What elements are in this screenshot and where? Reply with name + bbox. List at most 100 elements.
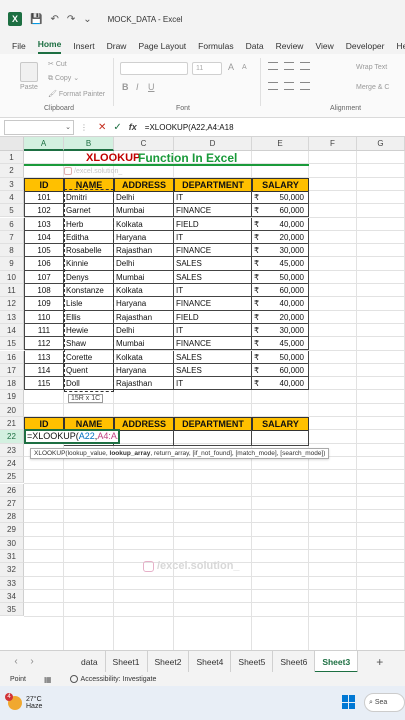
align-left-icon[interactable] <box>268 82 278 90</box>
font-name-box[interactable] <box>120 62 188 75</box>
customize-quick-access-icon[interactable]: ⌄ <box>83 14 91 25</box>
sheet-tab-sheet3[interactable]: Sheet3 <box>315 650 359 673</box>
table1-cell-department[interactable]: IT <box>174 377 252 391</box>
table1-cell-salary[interactable]: ₹30,000 <box>252 244 309 258</box>
table1-cell-address[interactable]: Kolkata <box>114 217 174 231</box>
table1-cell-id[interactable]: 112 <box>24 337 64 351</box>
table1-cell-id[interactable]: 111 <box>24 323 64 338</box>
row-header[interactable]: 13 <box>0 310 24 324</box>
table1-cell-id[interactable]: 102 <box>24 204 64 218</box>
next-sheet-icon[interactable]: › <box>24 656 40 667</box>
table1-cell-address[interactable]: Mumbai <box>114 204 174 218</box>
table1-cell-id[interactable]: 110 <box>24 310 64 324</box>
table1-cell-id[interactable]: 103 <box>24 217 64 231</box>
table1-header-salary[interactable]: SALARY <box>252 177 309 192</box>
table1-cell-salary[interactable]: ₹40,000 <box>252 217 309 231</box>
row-header[interactable]: 25 <box>0 470 24 484</box>
table2-cell-salary[interactable] <box>252 430 309 446</box>
table1-cell-address[interactable]: Mumbai <box>114 337 174 351</box>
table1-cell-salary[interactable]: ₹50,000 <box>252 190 309 205</box>
table2-header-department[interactable]: DEPARTMENT <box>174 417 252 432</box>
row-header[interactable]: 29 <box>0 523 24 537</box>
select-all-corner[interactable] <box>0 137 24 151</box>
row-header[interactable]: 3 <box>0 177 24 191</box>
taskbar-search[interactable]: ⌕ Sea <box>364 693 405 712</box>
tab-home[interactable]: Home <box>37 39 62 54</box>
merge-center-button[interactable]: Merge & C <box>356 84 389 91</box>
row-header[interactable]: 2 <box>0 164 24 178</box>
row-header[interactable]: 14 <box>0 323 24 338</box>
row-header[interactable]: 19 <box>0 390 24 404</box>
row-header[interactable]: 34 <box>0 589 24 604</box>
table1-header-department[interactable]: DEPARTMENT <box>174 177 252 192</box>
cut-button[interactable]: ✂ Cut <box>48 60 67 68</box>
row-header[interactable]: 23 <box>0 443 24 457</box>
column-header[interactable]: F <box>309 137 357 151</box>
table1-cell-salary[interactable]: ₹30,000 <box>252 323 309 338</box>
table1-cell-address[interactable]: Haryana <box>114 230 174 245</box>
table1-cell-address[interactable]: Delhi <box>114 323 174 338</box>
table1-cell-department[interactable]: FINANCE <box>174 337 252 351</box>
tab-file[interactable]: File <box>12 41 26 54</box>
formula-input[interactable]: =XLOOKUP(A22,A4:A18 <box>145 123 234 132</box>
italic-button[interactable]: I <box>136 82 139 92</box>
table1-cell-address[interactable]: Delhi <box>114 257 174 271</box>
paste-icon[interactable] <box>20 62 38 82</box>
row-header[interactable]: 24 <box>0 456 24 471</box>
more-icon[interactable]: ⋮ <box>80 123 88 132</box>
row-header[interactable]: 28 <box>0 510 24 524</box>
align-bottom-icon[interactable] <box>300 62 310 70</box>
font-size-box[interactable]: 11 <box>192 62 222 75</box>
table1-cell-address[interactable]: Rajasthan <box>114 244 174 258</box>
row-header[interactable]: 4 <box>0 190 24 205</box>
table2-cell-address[interactable] <box>114 430 174 446</box>
table1-cell-department[interactable]: IT <box>174 284 252 298</box>
worksheet-grid[interactable]: A B C D E F G 1 2 3 4 5 6 7 8 9 10 11 12 13 14 15 16 17 18 19 20 21… <box>0 137 405 650</box>
row-header[interactable]: 8 <box>0 244 24 258</box>
save-icon[interactable]: 💾 <box>30 14 42 25</box>
table1-cell-department[interactable]: IT <box>174 230 252 245</box>
sheet-tab-sheet1[interactable]: Sheet1 <box>106 650 148 673</box>
underline-button[interactable]: U <box>148 82 155 92</box>
table1-cell-salary[interactable]: ₹50,000 <box>252 270 309 284</box>
row-header[interactable]: 21 <box>0 417 24 431</box>
table1-cell-salary[interactable]: ₹60,000 <box>252 363 309 378</box>
table1-cell-salary[interactable]: ₹45,000 <box>252 257 309 271</box>
table1-cell-salary[interactable]: ₹60,000 <box>252 204 309 218</box>
column-header[interactable]: C <box>114 137 174 151</box>
weather-widget[interactable]: 4 27°C Haze <box>5 693 42 710</box>
column-header[interactable]: D <box>174 137 252 151</box>
table1-cell-department[interactable]: SALES <box>174 270 252 284</box>
tab-data[interactable]: Data <box>246 41 264 54</box>
table2-cell-department[interactable] <box>174 430 252 446</box>
sheet-tab-sheet4[interactable]: Sheet4 <box>189 650 232 673</box>
enter-icon[interactable]: ✓ <box>113 122 121 133</box>
tab-formulas[interactable]: Formulas <box>198 41 233 54</box>
table1-cell-address[interactable]: Kolkata <box>114 350 174 364</box>
table1-cell-salary[interactable]: ₹20,000 <box>252 310 309 324</box>
tab-review[interactable]: Review <box>276 41 304 54</box>
redo-icon[interactable]: ↷ <box>67 14 75 25</box>
table1-cell-department[interactable]: SALES <box>174 257 252 271</box>
table1-cell-department[interactable]: FIELD <box>174 310 252 324</box>
cancel-icon[interactable]: ✕ <box>98 122 106 133</box>
paste-button[interactable]: Paste <box>20 84 38 91</box>
undo-icon[interactable]: ↶ <box>50 14 58 25</box>
tab-view[interactable]: View <box>315 41 333 54</box>
table1-cell-department[interactable]: SALES <box>174 350 252 364</box>
column-header[interactable]: A <box>24 137 64 151</box>
row-header[interactable]: 9 <box>0 257 24 271</box>
table1-cell-department[interactable]: SALES <box>174 363 252 378</box>
bold-button[interactable]: B <box>122 82 129 92</box>
row-header[interactable]: 7 <box>0 230 24 245</box>
table1-cell-salary[interactable]: ₹50,000 <box>252 350 309 364</box>
row-header[interactable]: 15 <box>0 337 24 351</box>
table1-cell-department[interactable]: FINANCE <box>174 204 252 218</box>
row-header[interactable]: 22 <box>0 430 24 444</box>
row-header[interactable]: 35 <box>0 603 24 617</box>
table1-cell-address[interactable]: Haryana <box>114 363 174 378</box>
row-header[interactable]: 5 <box>0 204 24 218</box>
row-header[interactable]: 1 <box>0 151 24 165</box>
windows-start-icon[interactable] <box>342 695 356 709</box>
prev-sheet-icon[interactable]: ‹ <box>8 656 24 667</box>
